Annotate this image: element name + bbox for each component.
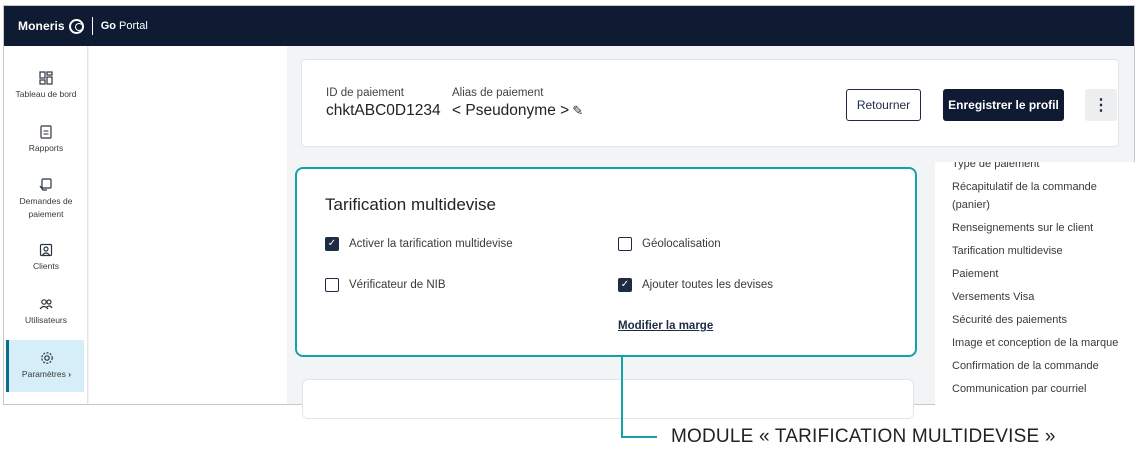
payment-id-field: ID de paiement chktABC0D1234 [326, 87, 441, 119]
checkbox-checked-icon[interactable]: ✓ [618, 278, 632, 292]
users-icon [39, 297, 53, 311]
sidebar-item-clients[interactable]: Clients [4, 232, 88, 284]
portal-name: Go Portal [100, 20, 148, 32]
chevron-right-icon: › [68, 369, 72, 379]
checkbox-checked-icon[interactable]: ✓ [325, 237, 339, 251]
toc-item[interactable]: Communication par courriel [935, 380, 1135, 398]
module-title: Tarification multidevise [325, 195, 497, 214]
option-nib-checker[interactable]: Vérificateur de NIB [325, 278, 446, 292]
toc-item[interactable]: Confirmation de la commande [935, 357, 1135, 375]
toc-item[interactable]: Paiement [935, 265, 1135, 283]
checkbox-unchecked-icon[interactable] [618, 237, 632, 251]
sidebar-item-settings[interactable]: Paramètres › [6, 340, 84, 392]
toc-item[interactable]: Tarification multidevise [935, 242, 1135, 260]
toc-item[interactable]: Sécurité des paiements [935, 311, 1135, 329]
multicurrency-pricing-module: Tarification multidevise ✓ Activer la ta… [295, 167, 917, 357]
sidebar-item-users[interactable]: Utilisateurs [4, 286, 88, 338]
toc-item[interactable]: Récapitulatif de la commande (panier) [935, 178, 1135, 214]
payment-header-card: ID de paiement chktABC0D1234 Alias de pa… [301, 59, 1119, 147]
return-button[interactable]: Retourner [846, 89, 921, 121]
secondary-panel [89, 46, 287, 404]
dashboard-icon [39, 71, 53, 85]
section-navigation: Type de paiement Récapitulatif de la com… [935, 162, 1135, 405]
settings-icon [40, 351, 54, 365]
option-geolocation[interactable]: Géolocalisation [618, 237, 721, 251]
clients-icon [39, 243, 53, 257]
checkbox-unchecked-icon[interactable] [325, 278, 339, 292]
toc-item[interactable]: Type de paiement [935, 162, 1135, 173]
reports-icon [39, 125, 53, 139]
pencil-icon[interactable]: ✎ [572, 103, 583, 119]
sidebar-item-reports[interactable]: Rapports [4, 114, 88, 166]
callout-connector [621, 436, 657, 438]
payment-alias-field: Alias de paiement < Pseudonyme > ✎ [452, 87, 584, 119]
toc-item[interactable]: Renseignements sur le client [935, 219, 1135, 237]
callout-label: MODULE « TARIFICATION MULTIDEVISE » [671, 426, 1056, 447]
top-bar: Moneris Go Portal [4, 6, 1134, 46]
alias-value: < Pseudonyme > [452, 102, 570, 119]
option-enable-multicurrency[interactable]: ✓ Activer la tarification multidevise [325, 237, 513, 251]
next-module-card [302, 379, 914, 419]
sidebar-item-dashboard[interactable]: Tableau de bord [4, 60, 88, 112]
callout-connector [621, 357, 623, 437]
toc-item[interactable]: Image et conception de la marque [935, 334, 1135, 352]
option-add-all-currencies[interactable]: ✓ Ajouter toutes les devises [618, 278, 773, 292]
payment-request-icon [39, 177, 53, 192]
sidebar-item-payment-requests[interactable]: Demandes de paiement [4, 168, 88, 230]
more-options-button[interactable]: ⋮ [1085, 89, 1117, 121]
save-profile-button[interactable]: Enregistrer le profil [943, 89, 1064, 121]
brand-divider [91, 17, 93, 35]
moneris-logo-icon [68, 18, 84, 34]
edit-margin-link[interactable]: Modifier la marge [618, 320, 713, 332]
brand-name: Moneris [18, 19, 65, 33]
sidebar: Tableau de bord Rapports Demandes de pai… [4, 46, 88, 404]
moneris-logo[interactable]: Moneris [18, 18, 84, 34]
toc-item[interactable]: Versements Visa [935, 288, 1135, 306]
